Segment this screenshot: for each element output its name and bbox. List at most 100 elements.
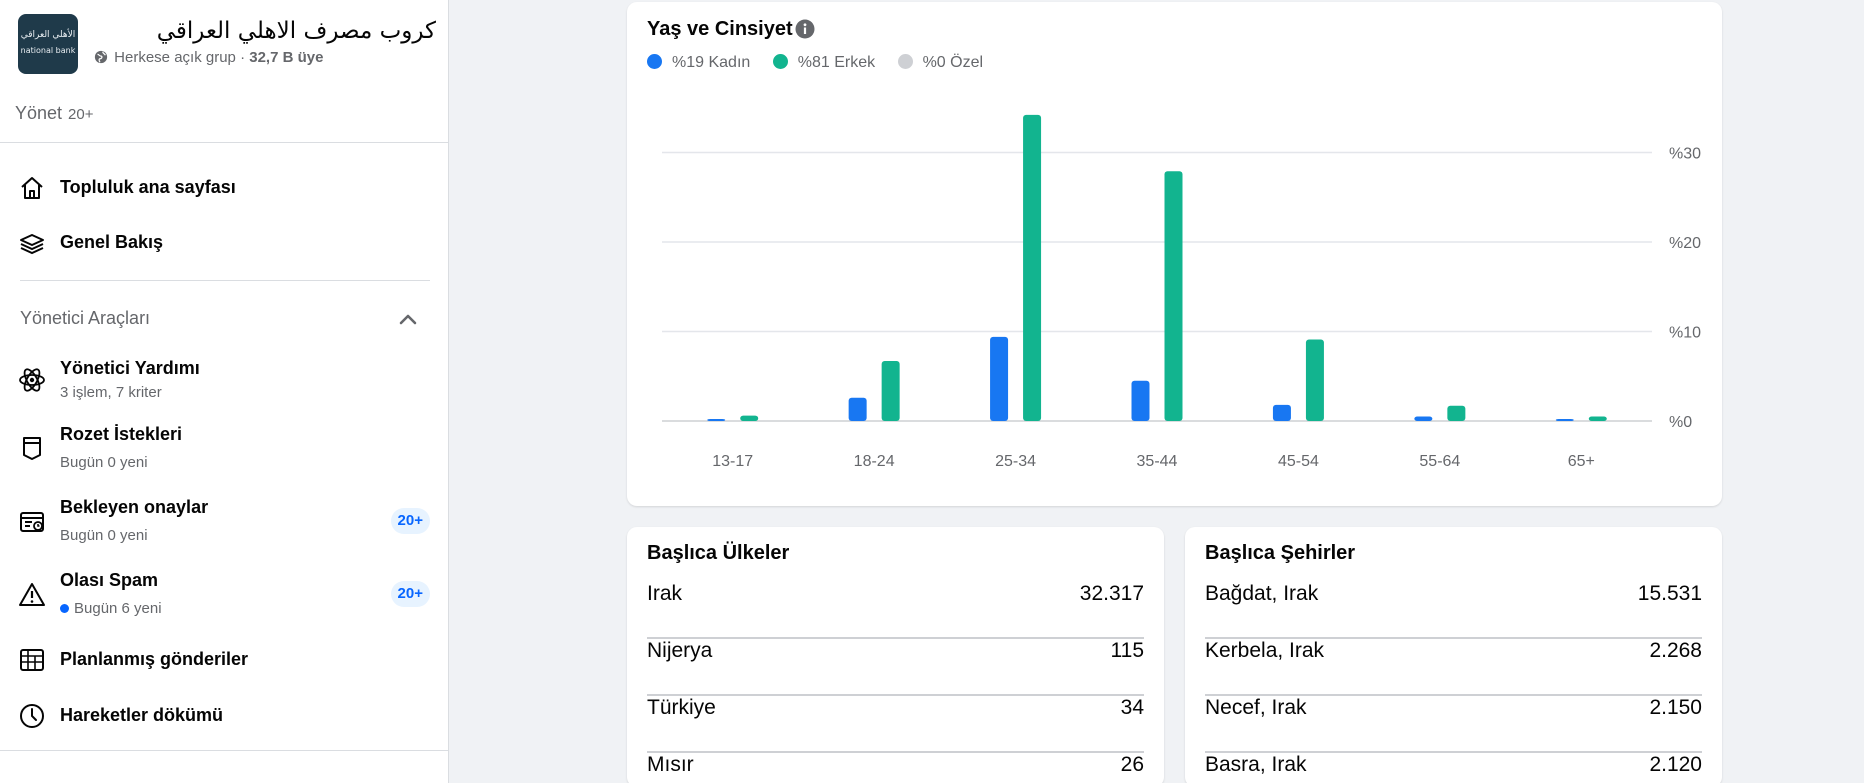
manage-label: Yönet	[15, 103, 63, 123]
country-value: 115	[1110, 639, 1144, 662]
y-tick-label: %10	[1669, 325, 1701, 342]
group-header[interactable]: الأهلي العراقي national bank كروب مصرف ا…	[18, 14, 436, 76]
bar-male	[1023, 114, 1042, 421]
country-value: 34	[1120, 696, 1144, 719]
nav-item-community-home[interactable]: Topluluk ana sayfası	[18, 172, 430, 204]
chart-title: Yaş ve Cinsiyet	[647, 18, 793, 40]
group-members[interactable]: 32,7 B üye	[249, 49, 323, 66]
table-row: Kerbela, Irak 2.268	[1205, 639, 1702, 696]
bar-male	[740, 415, 759, 421]
group-logo[interactable]: الأهلي العراقي national bank	[18, 14, 78, 74]
legend-item-male[interactable]: %81 Erkek	[772, 54, 875, 72]
admin-item-sub: Bugün 0 yeni	[60, 527, 148, 544]
admin-item-sub: 3 işlem, 7 kriter	[60, 384, 162, 401]
bar-female	[1414, 416, 1433, 421]
group-name[interactable]: كروب مصرف الاهلي العراقي	[157, 18, 436, 44]
admin-item-pending-approvals[interactable]: Bekleyen onaylar Bugün 0 yeni 20+	[18, 497, 430, 545]
bar-female	[1272, 404, 1291, 421]
divider	[0, 750, 449, 751]
age-gender-card: %0 %10 %20 %30 13-17 18-24 25-34 35-44 45-54 55-6…	[627, 2, 1722, 506]
country-value: 26	[1120, 753, 1144, 776]
count-badge: 20+	[390, 508, 430, 534]
admin-item-label: Olası Spam	[60, 570, 159, 590]
bar-male	[1164, 171, 1183, 421]
bar-male	[881, 361, 900, 421]
legend-item-private[interactable]: %0 Özel	[897, 54, 983, 72]
chevron-up-icon[interactable]	[396, 308, 420, 332]
table-row: Türkiye 34	[647, 696, 1144, 753]
manage-row[interactable]: Yönet 20+	[15, 103, 94, 124]
x-tick-label: 18-24	[854, 453, 895, 470]
admin-item-label: Yönetici Yardımı	[60, 358, 200, 378]
country-value: 32.317	[1079, 582, 1144, 605]
bar-male	[1588, 416, 1607, 421]
y-tick-label: %0	[1669, 414, 1692, 431]
cities-title: Başlıca Şehirler	[1205, 542, 1356, 564]
admin-tools-title[interactable]: Yönetici Araçları	[20, 308, 150, 329]
info-icon[interactable]	[795, 19, 815, 39]
table-row: Irak 32.317	[647, 582, 1144, 639]
table-row: Bağdat, Irak 15.531	[1205, 582, 1702, 639]
bar-female	[1555, 419, 1574, 421]
country-name: Irak	[647, 582, 683, 605]
city-name: Bağdat, Irak	[1205, 582, 1319, 605]
admin-item-label: Rozet İstekleri	[60, 424, 183, 444]
legend-swatch	[772, 54, 788, 69]
city-name: Basra, Irak	[1205, 753, 1307, 776]
bar-female	[990, 336, 1009, 421]
admin-item-label: Bekleyen onaylar	[60, 497, 209, 517]
new-dot-icon	[60, 604, 69, 613]
clock-icon	[18, 702, 46, 730]
x-tick-label: 55-64	[1419, 453, 1460, 470]
warning-icon	[18, 581, 46, 609]
logo-text-en: national bank	[20, 46, 76, 55]
admin-item-sub: Bugün 0 yeni	[60, 454, 148, 471]
bar-female	[848, 397, 867, 421]
globe-icon	[94, 50, 108, 64]
atom-icon	[18, 366, 46, 394]
admin-item-potential-spam[interactable]: Olası Spam Bugün 6 yeni 20+	[18, 570, 430, 618]
country-name: Nijerya	[647, 639, 713, 662]
table-row: Basra, Irak 2.120	[1205, 753, 1702, 783]
pending-approvals-icon	[18, 508, 46, 536]
group-meta: Herkese açık grup · 32,7 B üye	[94, 49, 323, 66]
x-tick-label: 35-44	[1137, 453, 1178, 470]
divider	[20, 280, 430, 281]
admin-item-activity-log[interactable]: Hareketler dökümü	[18, 700, 430, 732]
sidebar: الأهلي العراقي national bank كروب مصرف ا…	[0, 0, 449, 783]
admin-item-admin-assist[interactable]: Yönetici Yardımı 3 işlem, 7 kriter	[18, 356, 430, 404]
manage-count: 20+	[68, 106, 94, 123]
y-tick-label: %30	[1669, 146, 1701, 163]
y-tick-label: %20	[1669, 235, 1701, 252]
admin-item-badge-requests[interactable]: Rozet İstekleri Bugün 0 yeni	[18, 424, 430, 472]
legend-item-female[interactable]: %19 Kadın	[647, 54, 750, 72]
city-name: Kerbela, Irak	[1205, 639, 1325, 662]
admin-item-label: Hareketler dökümü	[60, 705, 224, 725]
country-name: Mısır	[647, 753, 694, 776]
age-gender-chart: %0 %10 %20 %30 13-17 18-24 25-34 35-44 45-54 55-6…	[662, 114, 1701, 470]
chart-legend: %19 Kadın %81 Erkek %0 Özel	[647, 54, 1001, 76]
admin-item-label: Planlanmış gönderiler	[60, 649, 249, 669]
top-cities-card: Başlıca Şehirler Bağdat, Irak 15.531 Kerb…	[1185, 527, 1722, 783]
admin-item-scheduled-posts[interactable]: Planlanmış gönderiler	[18, 644, 430, 676]
nav-item-overview[interactable]: Genel Bakış	[18, 227, 430, 259]
logo-text-ar: الأهلي العراقي	[20, 30, 76, 40]
city-value: 15.531	[1637, 582, 1702, 605]
city-value: 2.150	[1649, 696, 1702, 719]
x-tick-label: 13-17	[712, 453, 753, 470]
admin-item-sub: Bugün 6 yeni	[60, 600, 162, 617]
group-privacy: Herkese açık grup	[114, 49, 236, 66]
calendar-grid-icon	[18, 646, 46, 674]
countries-title: Başlıca Ülkeler	[647, 542, 790, 564]
city-value: 2.268	[1649, 639, 1702, 662]
top-countries-card: Başlıca Ülkeler Irak 32.317 Nijerya 115 Tü…	[627, 527, 1164, 783]
x-tick-label: 25-34	[995, 453, 1036, 470]
legend-swatch	[897, 54, 913, 69]
country-name: Türkiye	[647, 696, 716, 719]
x-tick-label: 45-54	[1278, 453, 1319, 470]
badge-shield-icon	[18, 434, 46, 462]
table-row: Mısır 26	[647, 753, 1144, 783]
legend-swatch	[647, 54, 662, 69]
bar-female	[707, 419, 726, 421]
city-name: Necef, Irak	[1205, 696, 1307, 719]
